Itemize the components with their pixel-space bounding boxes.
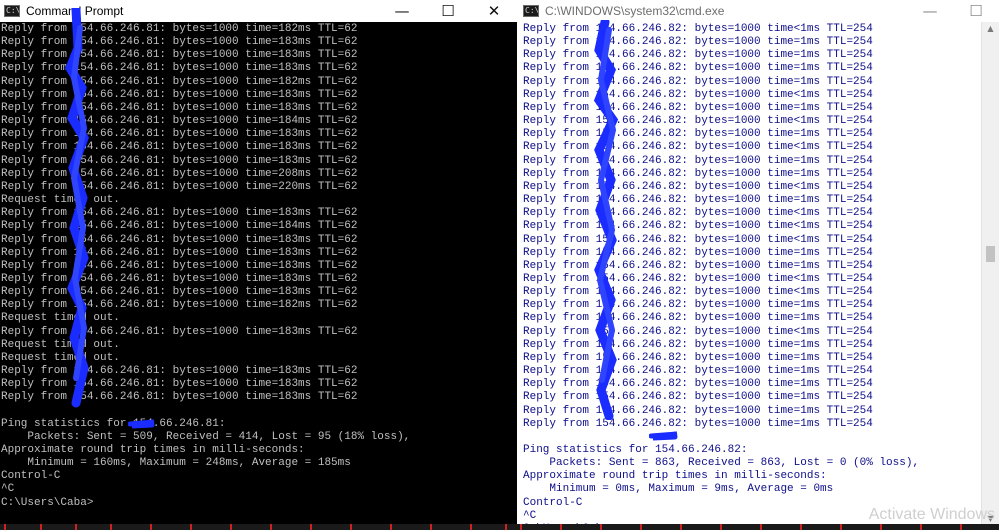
maximize-icon[interactable]: ☐ — [953, 0, 999, 22]
taskbar-tick — [470, 524, 472, 530]
taskbar-tick — [800, 524, 802, 530]
right-titlebar[interactable]: C:\ C:\WINDOWS\system32\cmd.exe — ☐ — [519, 0, 999, 22]
scrollbar-thumb[interactable] — [986, 246, 995, 262]
console-line: Approximate round trip times in milli-se… — [523, 470, 827, 483]
taskbar-tick — [430, 524, 432, 530]
taskbar-tick — [920, 524, 922, 530]
cmd-window-right[interactable]: C:\ C:\WINDOWS\system32\cmd.exe — ☐ Repl… — [519, 0, 999, 530]
console-line: Packets: Sent = 509, Received = 414, Los… — [1, 430, 411, 443]
minimize-icon[interactable]: — — [379, 0, 425, 22]
activate-windows-watermark: Activate Windows — [868, 506, 995, 523]
console-line: Ping statistics for 154.66.246.81: — [1, 417, 226, 430]
taskbar-tick — [760, 524, 762, 530]
redaction-scribble-right — [593, 20, 619, 420]
vertical-scrollbar[interactable]: ▲ ▼ — [981, 22, 999, 530]
taskbar-tick — [270, 524, 272, 530]
taskbar-tick — [880, 524, 882, 530]
console-line: Control-C — [1, 470, 61, 483]
taskbar-tick — [720, 524, 722, 530]
minimize-icon[interactable]: — — [907, 0, 953, 22]
taskbar-tick — [680, 524, 682, 530]
taskbar-strip — [0, 524, 999, 530]
console-line: Packets: Sent = 863, Received = 863, Los… — [523, 457, 920, 470]
taskbar-tick — [350, 524, 352, 530]
taskbar-tick — [110, 524, 112, 530]
taskbar-tick — [840, 524, 842, 530]
taskbar-tick — [505, 524, 507, 530]
taskbar-tick — [390, 524, 392, 530]
taskbar-tick — [640, 524, 642, 530]
console-line: Approximate round trip times in milli-se… — [1, 444, 305, 456]
console-line: Ping statistics for 154.66.246.82: — [523, 444, 748, 456]
taskbar-tick — [600, 524, 602, 530]
taskbar-tick — [75, 524, 77, 530]
close-icon[interactable]: ✕ — [471, 0, 517, 22]
command-prompt-window-left[interactable]: C:\ Command Prompt — ☐ ✕ Reply from 154.… — [0, 0, 517, 530]
console-line: Minimum = 160ms, Maximum = 248ms, Averag… — [1, 457, 351, 470]
taskbar-tick — [560, 524, 562, 530]
maximize-icon[interactable]: ☐ — [425, 0, 471, 22]
console-line: Minimum = 0ms, Maximum = 9ms, Average = … — [523, 483, 834, 496]
taskbar-tick — [230, 524, 232, 530]
taskbar-tick — [310, 524, 312, 530]
taskbar-tick — [960, 524, 962, 530]
taskbar-tick — [4, 524, 6, 530]
console-line: ^C — [1, 483, 15, 496]
cmd-app-icon: C:\ — [4, 5, 20, 17]
taskbar-tick — [190, 524, 192, 530]
cmd-app-icon: C:\ — [523, 5, 539, 17]
redaction-scribble-right-stats — [649, 431, 678, 441]
redaction-scribble-left-stats — [128, 419, 155, 429]
console-line: C:\Users\Caba> — [1, 496, 94, 509]
right-window-title: C:\WINDOWS\system32\cmd.exe — [545, 4, 725, 18]
redaction-scribble-left — [64, 8, 89, 408]
taskbar-tick — [150, 524, 152, 530]
taskbar-tick — [40, 524, 42, 530]
scroll-up-icon[interactable]: ▲ — [982, 24, 999, 38]
taskbar-tick — [520, 524, 522, 530]
